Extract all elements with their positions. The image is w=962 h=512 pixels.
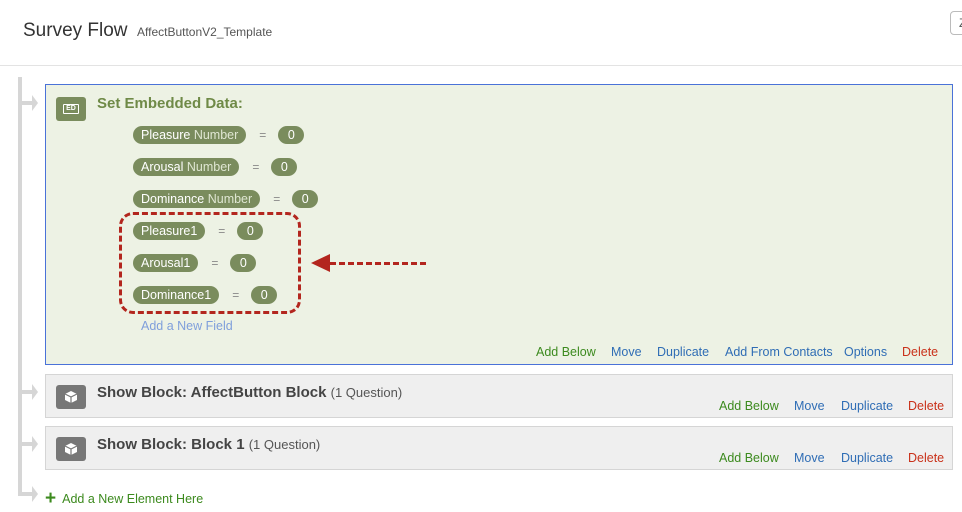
add-new-element-link[interactable]: + Add a New Element Here xyxy=(45,488,204,509)
field-value-pill[interactable]: 0 xyxy=(292,190,319,208)
field-name-pill[interactable]: Pleasure Number xyxy=(133,126,247,144)
flow-arrow-icon xyxy=(32,486,38,502)
flow-arrow-icon xyxy=(32,95,38,111)
embedded-field-row: Pleasure Number = 0 xyxy=(133,126,305,144)
equals-sign: = xyxy=(252,160,260,174)
annotation-arrow-icon xyxy=(311,254,330,272)
block-cube-icon xyxy=(56,385,86,409)
embedded-field-row: Arousal Number = 0 xyxy=(133,158,298,176)
options-button[interactable]: Options xyxy=(844,345,887,359)
show-block-block1[interactable]: Show Block: Block 1 (1 Question) Add Bel… xyxy=(45,426,953,470)
add-new-field-link[interactable]: Add a New Field xyxy=(141,319,233,333)
plus-icon: + xyxy=(45,488,57,509)
move-button[interactable]: Move xyxy=(794,399,825,413)
move-button[interactable]: Move xyxy=(611,345,642,359)
show-block-affectbutton[interactable]: Show Block: AffectButton Block (1 Questi… xyxy=(45,374,953,418)
page-header: Survey Flow AffectButtonV2_Template Z xyxy=(0,0,962,66)
add-below-button[interactable]: Add Below xyxy=(719,451,779,465)
duplicate-button[interactable]: Duplicate xyxy=(841,399,893,413)
show-block-title: Show Block: AffectButton Block (1 Questi… xyxy=(97,384,403,401)
show-block-title: Show Block: Block 1 (1 Question) xyxy=(97,436,321,453)
add-from-contacts-button[interactable]: Add From Contacts xyxy=(725,345,833,359)
delete-button[interactable]: Delete xyxy=(908,399,944,413)
field-name-pill[interactable]: Arousal Number xyxy=(133,158,240,176)
field-name-pill[interactable]: Dominance Number xyxy=(133,190,261,208)
page-title: Survey Flow xyxy=(23,20,128,41)
equals-sign: = xyxy=(259,128,267,142)
delete-button[interactable]: Delete xyxy=(908,451,944,465)
field-value-pill[interactable]: 0 xyxy=(278,126,305,144)
flow-arrow-icon xyxy=(32,384,38,400)
duplicate-button[interactable]: Duplicate xyxy=(657,345,709,359)
survey-name: AffectButtonV2_Template xyxy=(137,25,273,39)
embedded-data-icon: ED xyxy=(56,97,86,121)
embedded-data-title: Set Embedded Data: xyxy=(97,95,243,112)
flow-arrow-icon xyxy=(32,436,38,452)
header-corner-button[interactable]: Z xyxy=(950,11,962,35)
highlight-annotation-box xyxy=(119,212,301,314)
add-below-button[interactable]: Add Below xyxy=(536,345,596,359)
add-below-button[interactable]: Add Below xyxy=(719,399,779,413)
embedded-field-row: Dominance Number = 0 xyxy=(133,190,319,208)
flow-line xyxy=(18,77,22,496)
move-button[interactable]: Move xyxy=(794,451,825,465)
duplicate-button[interactable]: Duplicate xyxy=(841,451,893,465)
field-value-pill[interactable]: 0 xyxy=(271,158,298,176)
add-new-element-label: Add a New Element Here xyxy=(62,492,204,506)
annotation-arrow-line xyxy=(330,262,426,265)
equals-sign: = xyxy=(273,192,281,206)
block-cube-icon xyxy=(56,437,86,461)
delete-button[interactable]: Delete xyxy=(902,345,938,359)
